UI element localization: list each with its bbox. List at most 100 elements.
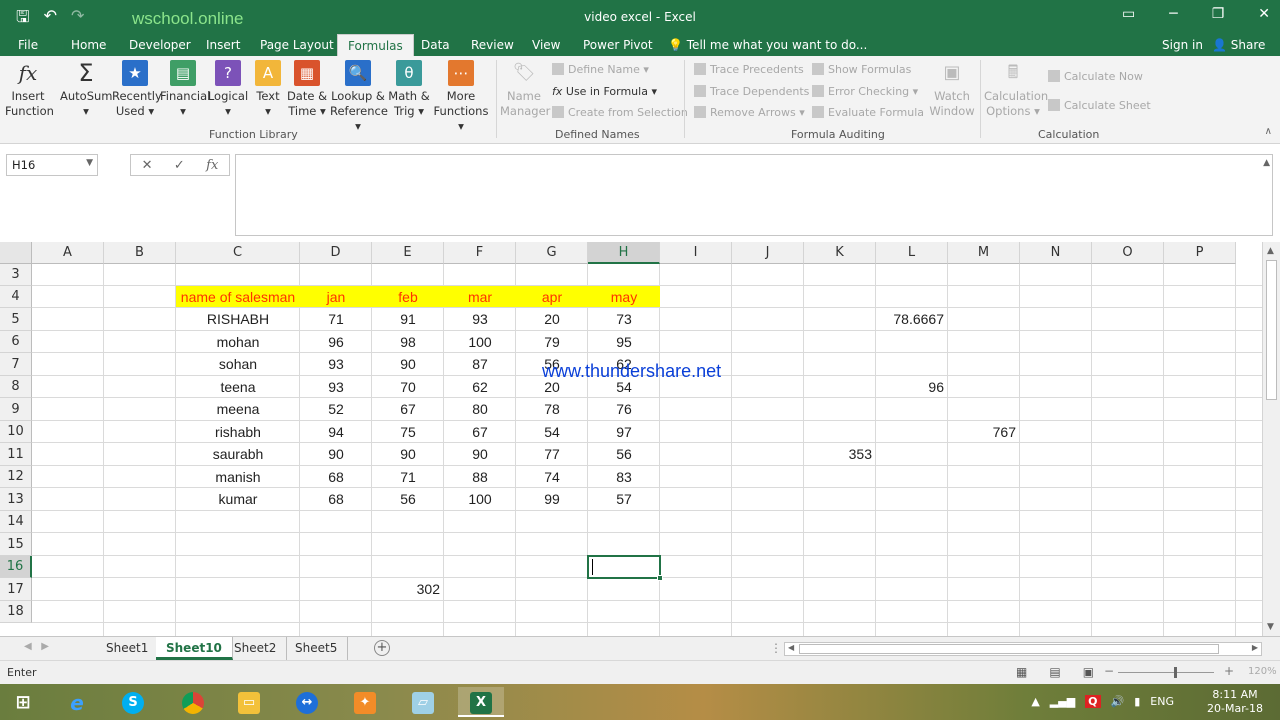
table-cell[interactable]: 71 bbox=[300, 308, 372, 331]
zoom-out-icon[interactable]: − bbox=[1104, 664, 1114, 678]
table-cell[interactable]: sohan bbox=[176, 353, 300, 376]
teamviewer-icon[interactable]: ↔ bbox=[284, 687, 330, 717]
table-cell[interactable]: 96 bbox=[300, 331, 372, 353]
tab-page-layout[interactable]: Page Layout bbox=[260, 38, 334, 52]
sheet-tab-sheet2[interactable]: Sheet2 bbox=[224, 637, 288, 660]
table-cell[interactable]: 52 bbox=[300, 398, 372, 421]
row-header-5[interactable]: 5 bbox=[0, 308, 32, 331]
table-cell[interactable]: 93 bbox=[300, 376, 372, 398]
more-functions-button[interactable]: ⋯ More Functions ▾ bbox=[432, 60, 490, 134]
name-manager-button[interactable]: 🏷 Name Manager bbox=[500, 60, 550, 119]
row-header-18[interactable]: 18 bbox=[0, 601, 32, 623]
show-formulas-button[interactable]: Show Formulas bbox=[812, 63, 911, 76]
math-trig-button[interactable]: θ Math & Trig ▾ bbox=[388, 60, 430, 119]
chrome-icon[interactable] bbox=[170, 687, 216, 717]
row-header-7[interactable]: 7 bbox=[0, 353, 32, 376]
evaluate-formula-button[interactable]: Evaluate Formula bbox=[812, 106, 924, 119]
row-header-9[interactable]: 9 bbox=[0, 398, 32, 421]
table-cell[interactable]: teena bbox=[176, 376, 300, 398]
zoom-slider-thumb[interactable] bbox=[1174, 667, 1177, 678]
table-cell[interactable]: manish bbox=[176, 466, 300, 488]
row-header-13[interactable]: 13 bbox=[0, 488, 32, 511]
row-header-10[interactable]: 10 bbox=[0, 421, 32, 443]
define-name-button[interactable]: Define Name ▾ bbox=[552, 63, 649, 76]
calculate-sheet-button[interactable]: Calculate Sheet bbox=[1048, 99, 1151, 112]
row-header-12[interactable]: 12 bbox=[0, 466, 32, 488]
table-cell[interactable]: 93 bbox=[300, 353, 372, 376]
table-cell[interactable]: 75 bbox=[372, 421, 444, 443]
table-cell[interactable]: 74 bbox=[516, 466, 588, 488]
active-cell-h16[interactable] bbox=[587, 555, 663, 581]
recently-used-button[interactable]: ★ Recently Used ▾ bbox=[112, 60, 162, 119]
ribbon-display-options-icon[interactable]: ▭ bbox=[1122, 6, 1135, 22]
tab-data[interactable]: Data bbox=[421, 38, 450, 52]
table-cell[interactable]: 67 bbox=[444, 421, 516, 443]
table-header-cell[interactable]: mar bbox=[444, 286, 516, 308]
table-cell[interactable]: RISHABH bbox=[176, 308, 300, 331]
volume-icon[interactable]: 🔊 bbox=[1111, 695, 1125, 708]
fill-handle[interactable] bbox=[657, 575, 663, 581]
table-cell[interactable]: rishabh bbox=[176, 421, 300, 443]
create-from-selection-button[interactable]: Create from Selection bbox=[552, 106, 688, 119]
formula-input[interactable] bbox=[235, 154, 1273, 236]
scroll-left-icon[interactable]: ◀ bbox=[788, 643, 794, 652]
table-cell[interactable]: 90 bbox=[444, 443, 516, 466]
table-cell[interactable]: 83 bbox=[588, 466, 660, 488]
table-cell[interactable]: 90 bbox=[300, 443, 372, 466]
table-cell[interactable]: 54 bbox=[516, 421, 588, 443]
table-cell[interactable]: saurabh bbox=[176, 443, 300, 466]
table-cell[interactable]: 98 bbox=[372, 331, 444, 353]
enter-icon[interactable]: ✓ bbox=[174, 158, 185, 173]
table-cell[interactable]: 57 bbox=[588, 488, 660, 511]
table-cell[interactable]: 90 bbox=[372, 353, 444, 376]
tab-file[interactable]: File bbox=[18, 38, 38, 52]
excel-taskbar-icon[interactable]: X bbox=[458, 687, 504, 717]
table-cell[interactable]: 62 bbox=[444, 376, 516, 398]
table-header-cell[interactable]: name of salesman bbox=[176, 286, 300, 308]
horizontal-scrollbar[interactable]: ◀ ▶ bbox=[784, 642, 1262, 656]
error-checking-button[interactable]: Error Checking ▾ bbox=[812, 85, 918, 98]
column-header-p[interactable]: P bbox=[1164, 242, 1236, 264]
column-header-l[interactable]: L bbox=[876, 242, 948, 264]
row-header-14[interactable]: 14 bbox=[0, 511, 32, 533]
column-header-c[interactable]: C bbox=[176, 242, 300, 264]
tab-developer[interactable]: Developer bbox=[129, 38, 191, 52]
table-cell[interactable]: 100 bbox=[444, 488, 516, 511]
table-cell[interactable]: 87 bbox=[444, 353, 516, 376]
table-cell[interactable]: 95 bbox=[588, 331, 660, 353]
minimize-icon[interactable]: ─ bbox=[1169, 6, 1177, 22]
clock[interactable]: 8:11 AM 20-Mar-18 bbox=[1198, 688, 1272, 716]
zoom-level[interactable]: 120% bbox=[1248, 666, 1277, 677]
table-cell[interactable]: 90 bbox=[372, 443, 444, 466]
close-icon[interactable]: ✕ bbox=[1258, 6, 1270, 22]
file-explorer-icon[interactable]: ▭ bbox=[226, 687, 272, 717]
column-header-g[interactable]: G bbox=[516, 242, 588, 264]
sign-in-link[interactable]: Sign in bbox=[1162, 38, 1203, 52]
scroll-up-icon[interactable]: ▲ bbox=[1267, 246, 1274, 256]
column-header-b[interactable]: B bbox=[104, 242, 176, 264]
text-button[interactable]: A Text ▾ bbox=[252, 60, 284, 119]
remove-arrows-button[interactable]: Remove Arrows ▾ bbox=[694, 106, 805, 119]
insert-function-button[interactable]: fx Insert Function bbox=[5, 60, 54, 119]
table-cell[interactable]: 20 bbox=[516, 308, 588, 331]
cell-k11[interactable]: 353 bbox=[804, 443, 876, 466]
tab-home[interactable]: Home bbox=[71, 38, 106, 52]
vertical-scroll-thumb[interactable] bbox=[1266, 260, 1277, 400]
tab-view[interactable]: View bbox=[532, 38, 560, 52]
column-header-d[interactable]: D bbox=[300, 242, 372, 264]
table-cell[interactable]: 67 bbox=[372, 398, 444, 421]
table-header-cell[interactable]: feb bbox=[372, 286, 444, 308]
antivirus-icon[interactable]: Q bbox=[1085, 695, 1101, 708]
financial-button[interactable]: ▤ Financial ▾ bbox=[160, 60, 210, 119]
name-box[interactable]: H16 ▼ bbox=[6, 154, 98, 176]
column-header-j[interactable]: J bbox=[732, 242, 804, 264]
horizontal-scroll-thumb[interactable] bbox=[799, 644, 1219, 654]
language-indicator[interactable]: ENG bbox=[1150, 695, 1174, 708]
table-cell[interactable]: 68 bbox=[300, 466, 372, 488]
table-cell[interactable]: 93 bbox=[444, 308, 516, 331]
tab-power-pivot[interactable]: Power Pivot bbox=[583, 38, 653, 52]
normal-view-icon[interactable]: ▦ bbox=[1016, 665, 1027, 679]
trace-precedents-button[interactable]: Trace Precedents bbox=[694, 63, 804, 76]
table-cell[interactable]: 56 bbox=[372, 488, 444, 511]
scroll-right-icon[interactable]: ▶ bbox=[1252, 643, 1258, 652]
